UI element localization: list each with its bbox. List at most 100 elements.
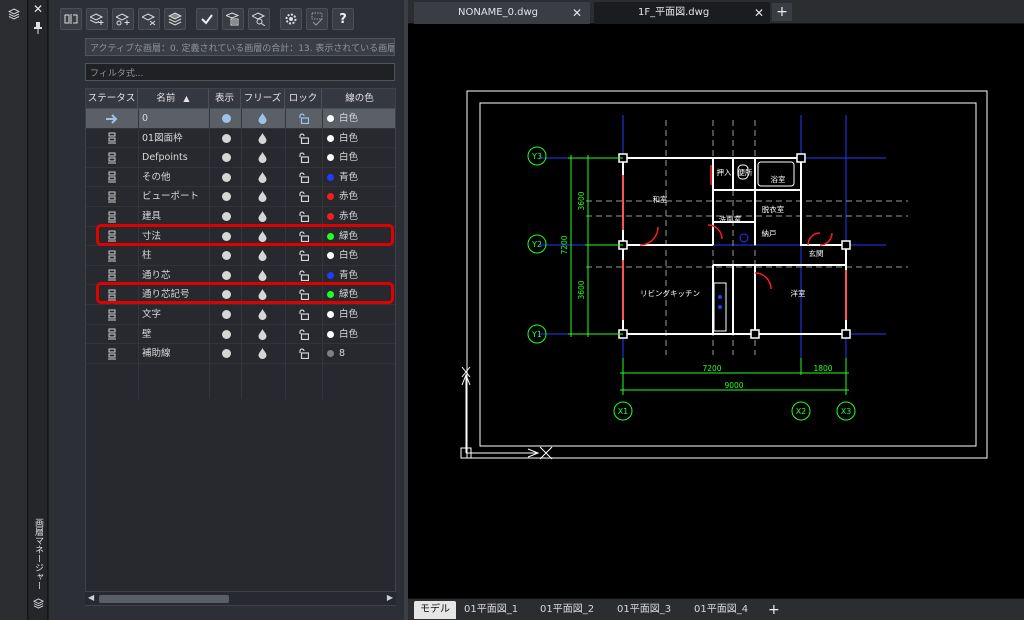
line-color-cell[interactable]: 白色: [327, 148, 395, 167]
layer-search-button[interactable]: [248, 8, 270, 30]
layer-status-icon[interactable]: [86, 187, 138, 206]
unlock-icon[interactable]: [296, 344, 310, 363]
visible-bulb-icon[interactable]: [219, 325, 233, 344]
visible-bulb-icon[interactable]: [219, 187, 233, 206]
layer-name[interactable]: Defpoints: [142, 148, 208, 167]
ucs-icon: [460, 366, 553, 460]
help-button[interactable]: ?: [332, 8, 354, 30]
layer-states-button[interactable]: [222, 8, 244, 30]
scroll-thumb[interactable]: [99, 595, 229, 603]
column-divider: [138, 109, 139, 399]
line-color-cell[interactable]: 赤色: [327, 187, 395, 206]
header-lock[interactable]: ロック: [285, 89, 322, 109]
unlock-icon[interactable]: [296, 148, 310, 167]
layout-tab-1[interactable]: 01平面図_1: [464, 601, 518, 619]
layer-name[interactable]: 補助線: [142, 344, 208, 363]
floor-plan-drawing: 和室 押入 便所浴室洗面室 脱衣室納戸玄関リビングキッチン 洋室 3600 7200 360…: [460, 90, 988, 460]
header-line-color[interactable]: 線の色: [322, 89, 395, 109]
layout-tab-2[interactable]: 01平面図_2: [540, 601, 594, 619]
layer-name[interactable]: その他: [142, 168, 208, 187]
layer-name[interactable]: 文字: [142, 305, 208, 324]
layer-status-icon[interactable]: [86, 168, 138, 187]
scroll-right-icon[interactable]: ▶: [387, 593, 393, 602]
freeze-drop-icon[interactable]: [255, 168, 269, 187]
unlock-icon[interactable]: [296, 109, 310, 128]
layer-status-icon[interactable]: [86, 129, 138, 148]
header-status[interactable]: ステータス: [86, 89, 138, 109]
visible-bulb-icon[interactable]: [219, 168, 233, 187]
layer-name[interactable]: 01図面枠: [142, 129, 208, 148]
layer-status-icon[interactable]: [86, 148, 138, 167]
layout-tab-model[interactable]: モデル: [414, 601, 456, 619]
room-label: リビングキッチン: [640, 288, 700, 298]
layer-name[interactable]: ビューポート: [142, 187, 208, 206]
visible-bulb-icon[interactable]: [219, 344, 233, 363]
visible-bulb-icon[interactable]: [219, 305, 233, 324]
delete-layer-button[interactable]: [138, 8, 160, 30]
dimension-lines: [568, 155, 849, 395]
new-layer-button[interactable]: [86, 8, 108, 30]
layer-translate-button[interactable]: [306, 8, 328, 30]
layer-name[interactable]: 柱: [142, 246, 208, 265]
layers-icon[interactable]: [8, 8, 20, 20]
freeze-drop-icon[interactable]: [255, 305, 269, 324]
unlock-icon[interactable]: [296, 325, 310, 344]
set-current-layer-button[interactable]: [60, 8, 82, 30]
layer-status-icon[interactable]: [86, 325, 138, 344]
layer-name[interactable]: 壁: [142, 325, 208, 344]
freeze-drop-icon[interactable]: [255, 246, 269, 265]
line-color-cell[interactable]: 白色: [327, 325, 395, 344]
visible-bulb-icon[interactable]: [219, 109, 233, 128]
unlock-icon[interactable]: [296, 168, 310, 187]
horizontal-scrollbar[interactable]: ◀ ▶: [85, 591, 396, 605]
visible-bulb-icon[interactable]: [219, 246, 233, 265]
visible-bulb-icon[interactable]: [219, 148, 233, 167]
scroll-left-icon[interactable]: ◀: [88, 593, 94, 602]
filter-input[interactable]: フィルタ式...: [85, 63, 395, 81]
freeze-drop-icon[interactable]: [255, 129, 269, 148]
grid-bubble-label: Y2: [531, 240, 542, 249]
doc-tab-noname[interactable]: NONAME_0.dwg ✕: [414, 2, 590, 24]
line-color-cell[interactable]: 白色: [327, 246, 395, 265]
new-layout-plus-icon[interactable]: +: [768, 601, 780, 619]
visible-bulb-icon[interactable]: [219, 129, 233, 148]
layer-status-icon[interactable]: [86, 344, 138, 363]
unlock-icon[interactable]: [296, 187, 310, 206]
layout-tab-4[interactable]: 01平面図_4: [694, 601, 748, 619]
header-visible[interactable]: 表示: [209, 89, 241, 109]
doc-tab-1f-plan[interactable]: 1F_平面図.dwg ✕: [594, 2, 770, 24]
freeze-drop-icon[interactable]: [255, 325, 269, 344]
freeze-drop-icon[interactable]: [255, 109, 269, 128]
freeze-drop-icon[interactable]: [255, 187, 269, 206]
current-layer-arrow-icon[interactable]: [86, 109, 138, 128]
color-name: 白色: [339, 152, 359, 164]
line-color-cell[interactable]: 8: [327, 344, 395, 363]
pin-icon[interactable]: [34, 22, 42, 34]
merge-layers-button[interactable]: [164, 8, 186, 30]
freeze-drop-icon[interactable]: [255, 148, 269, 167]
line-color-cell[interactable]: 白色: [327, 109, 395, 128]
line-color-cell[interactable]: 白色: [327, 305, 395, 324]
unlock-icon[interactable]: [296, 129, 310, 148]
new-tab-plus-icon[interactable]: +: [772, 3, 792, 21]
layers-icon: [33, 598, 44, 609]
model-space-canvas[interactable]: 和室 押入 便所 浴室 洗面室 脱衣室 納戸 玄関 リビングキッチン 洋室 3600 7200 360…: [408, 25, 1024, 598]
apply-button[interactable]: [196, 8, 218, 30]
layer-name[interactable]: 0: [142, 109, 208, 128]
unlock-icon[interactable]: [296, 246, 310, 265]
line-color-cell[interactable]: 青色: [327, 168, 395, 187]
freeze-drop-icon[interactable]: [255, 344, 269, 363]
layout-tab-3[interactable]: 01平面図_3: [617, 601, 671, 619]
new-layer-frozen-button[interactable]: [112, 8, 134, 30]
layer-status-icon[interactable]: [86, 305, 138, 324]
layer-status-icon[interactable]: [86, 246, 138, 265]
line-color-cell[interactable]: 白色: [327, 129, 395, 148]
close-icon[interactable]: ✕: [754, 2, 764, 24]
drawing-area[interactable]: NONAME_0.dwg ✕ 1F_平面図.dwg ✕ + 和室 押入 便所 浴…: [408, 0, 1024, 620]
unlock-icon[interactable]: [296, 305, 310, 324]
header-name[interactable]: 名前 ▲: [138, 89, 209, 109]
close-icon[interactable]: ✕: [572, 2, 582, 24]
settings-button[interactable]: [280, 8, 302, 30]
close-icon[interactable]: ✕: [33, 2, 43, 16]
header-freeze[interactable]: フリーズ: [241, 89, 285, 109]
